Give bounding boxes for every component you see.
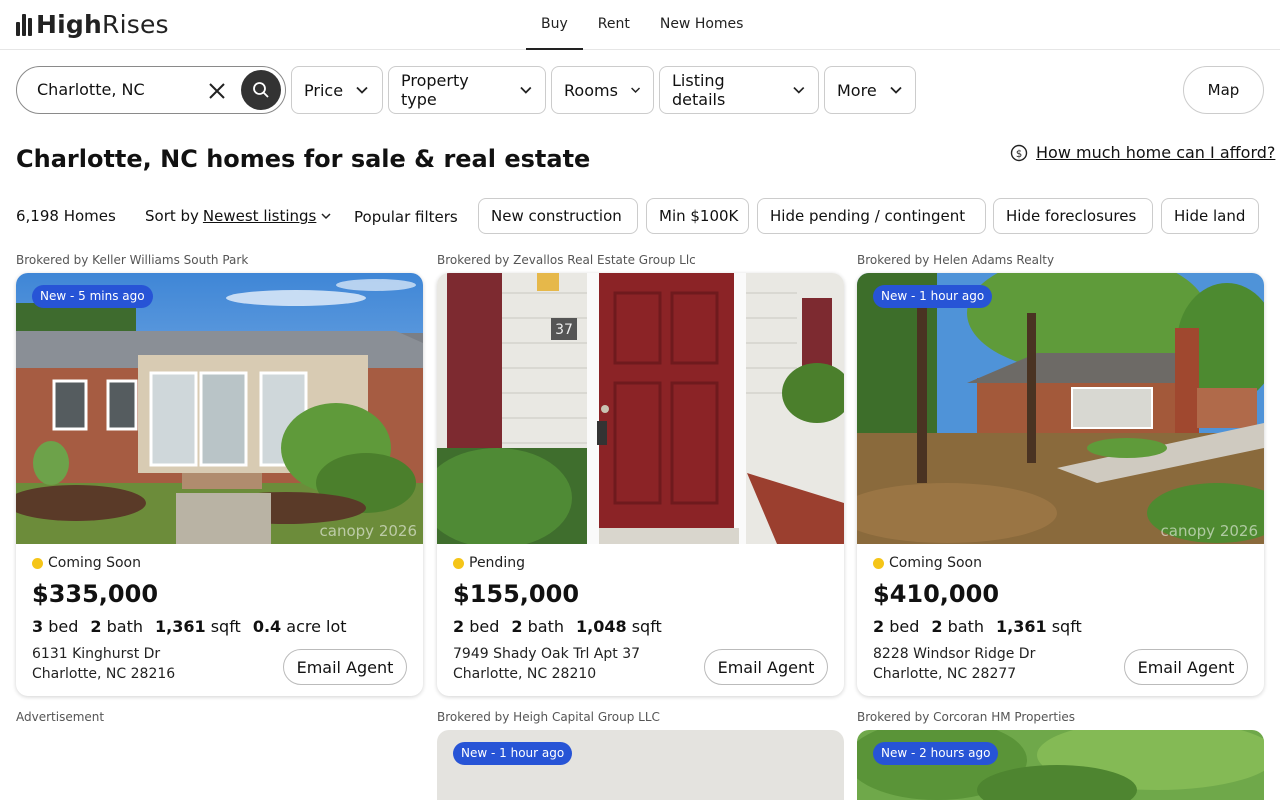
search-button[interactable] [241,70,281,110]
main-nav: Buy Rent New Homes [526,0,758,50]
listing-status: Coming Soon [873,555,982,571]
listing-card[interactable]: New - 1 hour ago [437,730,844,800]
nav-buy[interactable]: Buy [526,0,583,50]
filter-rooms[interactable]: Rooms [551,66,654,114]
house-photo [16,273,423,544]
chip-hide-pending[interactable]: Hide pending / contingent [757,198,986,234]
chevron-down-icon [356,86,368,94]
listing-card[interactable]: 37 Pending $155,000 2 bed 2 bath 1,048 s… [437,273,844,696]
new-badge: New - 1 hour ago [873,285,993,308]
new-badge: New - 5 mins ago [32,285,153,308]
listing-price: $335,000 [32,580,159,608]
chip-hide-foreclosures[interactable]: Hide foreclosures [993,198,1153,234]
popular-filters-label: Popular filters [354,208,458,226]
location-search[interactable]: Charlotte, NC [16,66,286,114]
filter-more[interactable]: More [824,66,916,114]
broker-label: Brokered by Corcoran HM Properties [857,710,1076,724]
listing-facts: 2 bed 2 bath 1,048 sqft [453,617,662,636]
new-badge: New - 1 hour ago [453,742,573,765]
advertisement-label: Advertisement [16,710,105,724]
top-header: HighRises Buy Rent New Homes [0,0,1280,50]
broker-label: Brokered by Keller Williams South Park [16,253,249,267]
chevron-down-icon [890,86,902,94]
broker-label: Brokered by Heigh Capital Group LLC [437,710,660,724]
filter-price[interactable]: Price [291,66,383,114]
page-title: Charlotte, NC homes for sale & real esta… [16,145,591,173]
chevron-down-icon [520,86,532,94]
email-agent-button[interactable]: Email Agent [1124,649,1248,685]
trees-photo [857,730,1264,800]
broker-label: Brokered by Zevallos Real Estate Group L… [437,253,696,267]
dollar-circle-icon: $ [1010,144,1028,161]
listing-photo[interactable]: New - 5 mins ago canopy 2026 [16,273,423,544]
clear-icon[interactable] [205,79,229,103]
logo-icon [16,14,32,36]
broker-label: Brokered by Helen Adams Realty [857,253,1055,267]
chevron-down-icon [793,86,805,94]
photo-watermark: canopy 2026 [319,522,417,540]
listing-photo[interactable]: 37 [437,273,844,544]
map-button[interactable]: Map [1183,66,1264,114]
listing-status: Coming Soon [32,555,141,571]
listing-address: 7949 Shady Oak Trl Apt 37 Charlotte, NC … [453,646,641,682]
photo-watermark: canopy 2026 [1160,522,1258,540]
house-photo [857,273,1264,544]
status-dot-icon [453,557,464,569]
listing-address: 8228 Windsor Ridge Dr Charlotte, NC 2827… [873,646,1036,682]
chevron-down-icon [630,87,640,93]
status-dot-icon [873,557,884,569]
filter-property-type[interactable]: Property type [388,66,546,114]
listing-card[interactable]: New - 2 hours ago [857,730,1264,800]
unit-number: 37 [555,322,573,338]
listing-status: Pending [453,555,525,571]
listing-card[interactable]: New - 5 mins ago canopy 2026 Coming Soon… [16,273,423,696]
listing-facts: 3 bed 2 bath 1,361 sqft 0.4 acre lot [32,617,347,636]
chevron-down-icon [321,213,331,220]
chip-min-100k[interactable]: Min $100K [646,198,749,234]
status-dot-icon [32,557,43,569]
chip-new-construction[interactable]: New construction [478,198,638,234]
sort-dropdown[interactable]: Sort by Newest listings [145,207,332,225]
listing-photo[interactable]: New - 1 hour ago canopy 2026 [857,273,1264,544]
chip-hide-land[interactable]: Hide land [1161,198,1259,234]
logo[interactable]: HighRises [16,11,169,39]
search-icon [253,82,269,98]
door-photo: 37 [437,273,844,544]
new-badge: New - 2 hours ago [873,742,999,765]
search-input[interactable]: Charlotte, NC [37,80,145,99]
afford-link[interactable]: $ How much home can I afford? [1010,143,1275,162]
listing-price: $410,000 [873,580,1000,608]
listing-card[interactable]: New - 1 hour ago canopy 2026 Coming Soon… [857,273,1264,696]
svg-text:$: $ [1016,149,1022,160]
nav-rent[interactable]: Rent [583,0,645,50]
email-agent-button[interactable]: Email Agent [704,649,828,685]
listing-address: 6131 Kinghurst Dr Charlotte, NC 28216 [32,646,176,682]
filter-listing-details[interactable]: Listing details [659,66,819,114]
listing-price: $155,000 [453,580,580,608]
nav-new-homes[interactable]: New Homes [645,0,759,50]
results-count: 6,198 Homes [16,207,116,225]
listing-facts: 2 bed 2 bath 1,361 sqft [873,617,1082,636]
email-agent-button[interactable]: Email Agent [283,649,407,685]
